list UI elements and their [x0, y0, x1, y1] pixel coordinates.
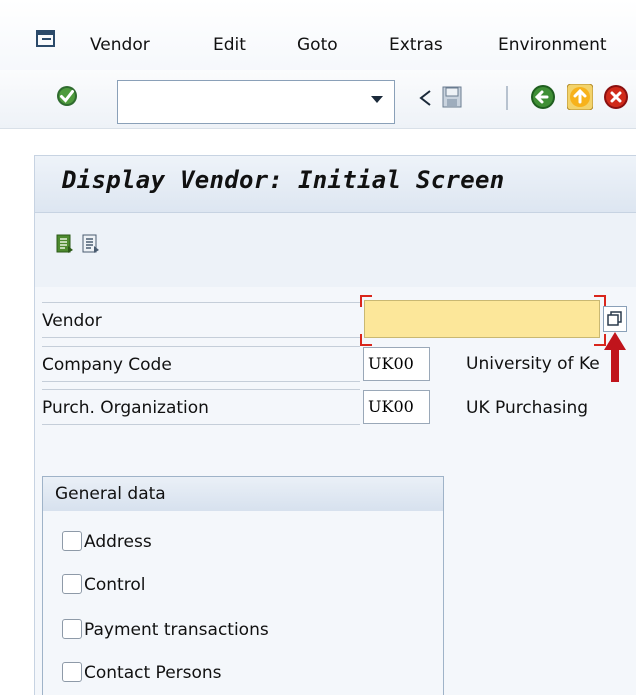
save-icon[interactable]: [442, 86, 462, 108]
contact-persons-label: Contact Persons: [84, 663, 222, 683]
general-data-title: General data: [43, 477, 443, 511]
highlight-bracket-bl: [360, 334, 372, 346]
application-toolbar: [34, 213, 636, 287]
menu-extras[interactable]: Extras: [389, 35, 443, 55]
company-code-input[interactable]: UK00: [363, 347, 430, 381]
toolbar-separator: [506, 86, 508, 110]
purch-org-label: Purch. Organization: [42, 389, 360, 425]
cancel-icon[interactable]: [603, 84, 629, 110]
menu-vendor[interactable]: Vendor: [90, 35, 150, 55]
contact-persons-checkbox[interactable]: [62, 662, 82, 682]
control-checkbox[interactable]: [62, 574, 82, 594]
dropdown-arrow-icon[interactable]: [371, 96, 383, 103]
payment-transactions-label: Payment transactions: [84, 620, 269, 640]
document-list-icon[interactable]: [82, 234, 100, 254]
back-icon[interactable]: [418, 89, 432, 107]
control-label: Control: [84, 575, 146, 595]
back-green-icon[interactable]: [530, 84, 556, 110]
purch-org-input[interactable]: UK00: [363, 390, 430, 424]
display-detail-icon[interactable]: [56, 234, 74, 254]
company-code-description: University of Ke: [466, 354, 600, 374]
enter-icon[interactable]: [56, 85, 78, 107]
command-field[interactable]: [117, 80, 395, 124]
menu-bar: Vendor Edit Goto Extras Environment: [0, 0, 636, 80]
annotation-arrow: [604, 332, 626, 382]
highlight-bracket-tl: [360, 295, 372, 307]
payment-transactions-checkbox[interactable]: [62, 619, 82, 639]
page-title: Display Vendor: Initial Screen: [62, 166, 505, 194]
company-code-label: Company Code: [42, 346, 360, 382]
menu-icon[interactable]: [36, 30, 58, 48]
vendor-label: Vendor: [42, 302, 360, 338]
address-checkbox[interactable]: [62, 531, 82, 551]
menu-goto[interactable]: Goto: [297, 35, 338, 55]
menu-environment[interactable]: Environment: [498, 35, 607, 55]
menu-edit[interactable]: Edit: [213, 35, 246, 55]
vendor-input[interactable]: [364, 300, 600, 338]
address-label: Address: [84, 532, 152, 552]
purch-org-description: UK Purchasing: [466, 398, 589, 418]
exit-icon[interactable]: [567, 84, 593, 110]
